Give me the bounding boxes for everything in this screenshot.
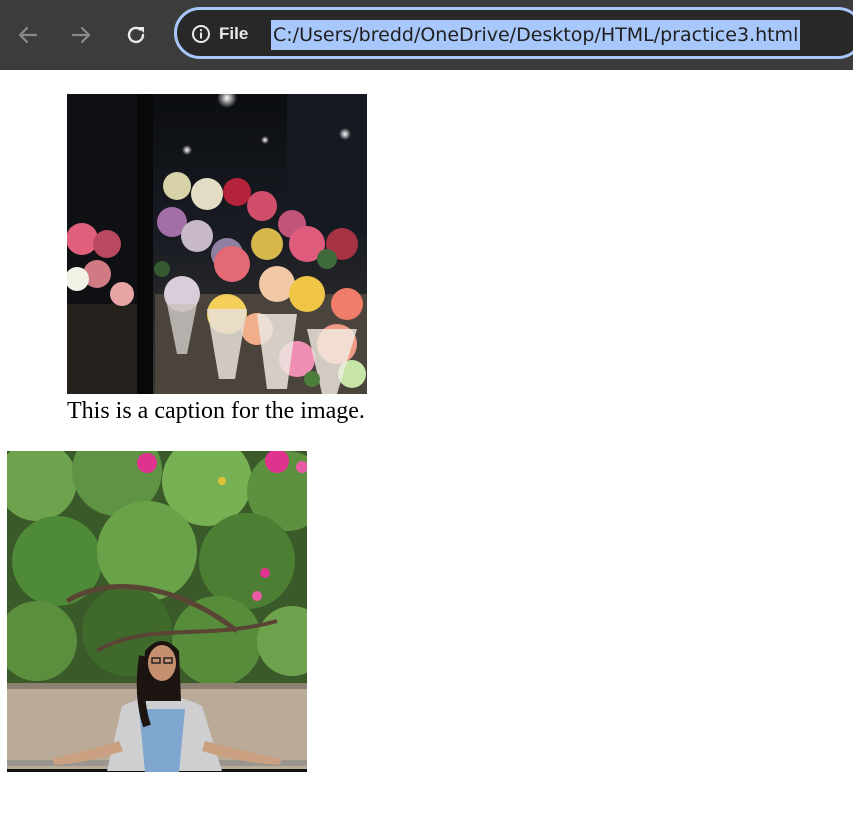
portrait-picture [7,451,307,772]
back-arrow-icon [18,26,38,44]
flower-shop-picture [67,94,367,394]
image-caption: This is a caption for the image. [67,398,365,424]
info-icon [192,25,210,43]
portrait-image [7,451,307,772]
site-info-label: File [219,24,249,43]
url-text[interactable]: C:/Users/bredd/OneDrive/Desktop/HTML/pra… [271,20,801,50]
forward-arrow-icon [71,26,91,44]
reload-button[interactable] [119,18,153,52]
browser-toolbar: File C:/Users/bredd/OneDrive/Desktop/HTM… [0,0,853,70]
site-info-button[interactable]: File [191,22,248,46]
flower-shop-image [67,94,367,394]
forward-button[interactable] [64,18,98,52]
reload-icon [127,26,145,44]
address-bar[interactable]: File C:/Users/bredd/OneDrive/Desktop/HTM… [174,7,853,59]
back-button[interactable] [11,18,45,52]
